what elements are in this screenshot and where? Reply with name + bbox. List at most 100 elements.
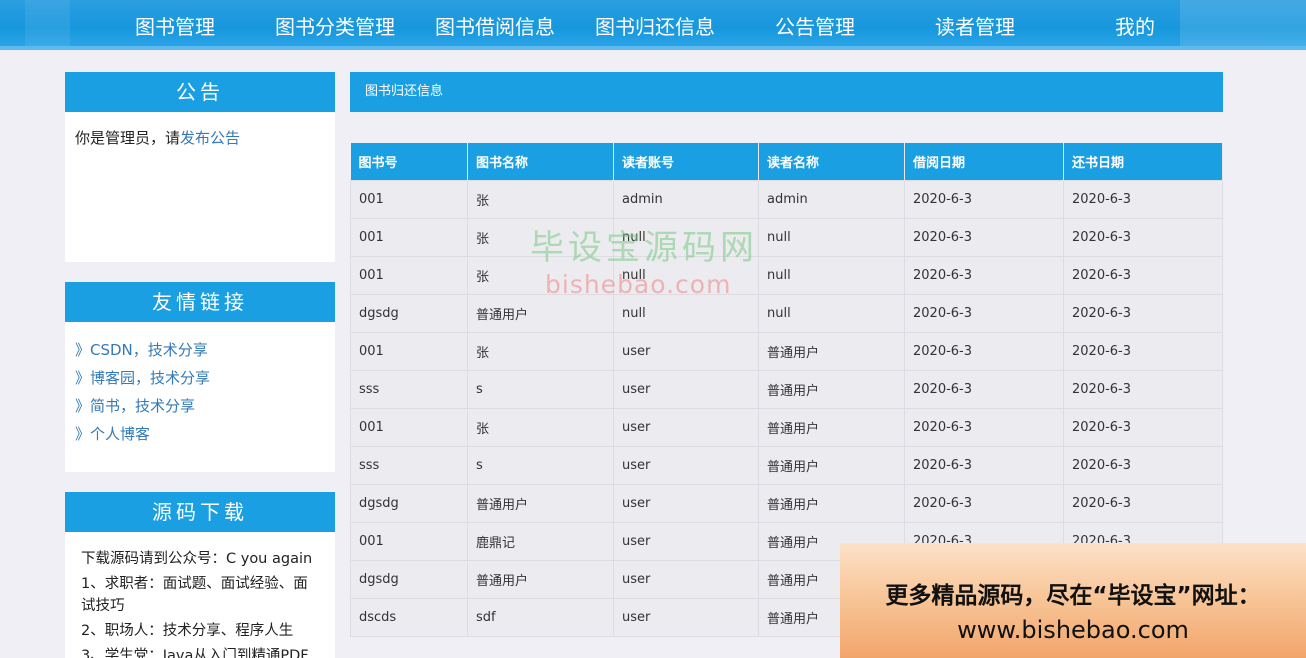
cell-reader-account: null xyxy=(613,217,759,257)
notice-body: 你是管理员，请发布公告 xyxy=(65,112,335,163)
cell-borrow-date: 2020-6-3 xyxy=(904,407,1064,447)
download-line: 3、学生党：Java从入门到精通PDF xyxy=(81,648,309,658)
nav-decoration xyxy=(1180,0,1306,46)
column-header-return-date: 还书日期 xyxy=(1063,143,1223,180)
nav-decoration xyxy=(25,0,70,46)
nav-book-category-management[interactable]: 图书分类管理 xyxy=(275,0,395,50)
cell-reader-account: user xyxy=(613,407,759,447)
table-row: dgsdg 普通用户 user 普通用户 2020-6-3 2020-6-3 xyxy=(350,483,1223,523)
cell-book-name: 张 xyxy=(467,255,614,295)
table-header-row: 图书号 图书名称 读者账号 读者名称 借阅日期 还书日期 xyxy=(350,143,1223,180)
cell-reader-name: 普通用户 xyxy=(758,407,905,447)
nav-borrow-info[interactable]: 图书借阅信息 xyxy=(435,0,555,50)
cell-book-name: 张 xyxy=(467,217,614,257)
page-title: 图书归还信息 xyxy=(350,72,1223,112)
download-line: 下载源码请到公众号：C you again xyxy=(81,551,313,567)
cell-reader-name: 普通用户 xyxy=(758,331,905,371)
cell-borrow-date: 2020-6-3 xyxy=(904,445,1064,485)
cell-borrow-date: 2020-6-3 xyxy=(904,293,1064,333)
cell-reader-account: user xyxy=(613,559,759,599)
cell-book-id: 001 xyxy=(350,407,468,447)
table-row: 001 张 null null 2020-6-3 2020-6-3 xyxy=(350,255,1223,295)
publish-notice-link[interactable]: 发布公告 xyxy=(180,129,240,147)
cell-book-name: s xyxy=(467,445,614,485)
cell-book-id: sss xyxy=(350,445,468,485)
cell-book-id: dgsdg xyxy=(350,483,468,523)
cell-book-id: 001 xyxy=(350,255,468,295)
cell-reader-account: admin xyxy=(613,179,759,219)
source-download-title: 源码下载 xyxy=(65,492,335,532)
notice-text: 你是管理员，请 xyxy=(75,129,181,147)
column-header-borrow-date: 借阅日期 xyxy=(904,143,1064,180)
cell-reader-account: null xyxy=(613,293,759,333)
source-download-body: 下载源码请到公众号：C you again 1、求职者：面试题、面试经验、面试技… xyxy=(65,532,335,658)
table-row: sss s user 普通用户 2020-6-3 2020-6-3 xyxy=(350,369,1223,409)
cell-return-date: 2020-6-3 xyxy=(1063,483,1223,523)
nav-reader-management[interactable]: 读者管理 xyxy=(935,0,1015,50)
cell-book-id: dgsdg xyxy=(350,293,468,333)
friend-links-title: 友情链接 xyxy=(65,282,335,322)
cell-return-date: 2020-6-3 xyxy=(1063,407,1223,447)
column-header-reader-account: 读者账号 xyxy=(613,143,759,180)
cell-book-name: 普通用户 xyxy=(467,559,614,599)
cell-book-name: 张 xyxy=(467,179,614,219)
cell-book-id: 001 xyxy=(350,217,468,257)
column-header-book-id: 图书号 xyxy=(350,143,468,180)
cell-return-date: 2020-6-3 xyxy=(1063,179,1223,219)
cell-reader-name: 普通用户 xyxy=(758,369,905,409)
notice-panel: 公告 你是管理员，请发布公告 xyxy=(65,72,335,262)
friend-links-list: 》CSDN，技术分享 》博客园，技术分享 》简书，技术分享 》个人博客 xyxy=(65,322,335,462)
cell-book-id: dgsdg xyxy=(350,559,468,599)
table-row: 001 张 null null 2020-6-3 2020-6-3 xyxy=(350,217,1223,257)
cell-return-date: 2020-6-3 xyxy=(1063,331,1223,371)
ad-line-2: www.bishebao.com xyxy=(957,616,1189,644)
download-line: 2、职场人：技术分享、程序人生 xyxy=(81,623,294,639)
friend-links-panel: 友情链接 》CSDN，技术分享 》博客园，技术分享 》简书，技术分享 》个人博客 xyxy=(65,282,335,472)
column-header-book-name: 图书名称 xyxy=(467,143,614,180)
cell-return-date: 2020-6-3 xyxy=(1063,293,1223,333)
nav-mine[interactable]: 我的 xyxy=(1115,0,1155,50)
cell-book-name: 张 xyxy=(467,331,614,371)
nav-notice-management[interactable]: 公告管理 xyxy=(775,0,855,50)
cell-borrow-date: 2020-6-3 xyxy=(904,483,1064,523)
cell-reader-account: user xyxy=(613,483,759,523)
cell-book-name: s xyxy=(467,369,614,409)
cell-book-name: 普通用户 xyxy=(467,483,614,523)
cell-book-id: 001 xyxy=(350,521,468,561)
top-navbar: 图书管理 图书分类管理 图书借阅信息 图书归还信息 公告管理 读者管理 我的 xyxy=(0,0,1306,50)
download-line: 1、求职者：面试题、面试经验、面试技巧 xyxy=(81,576,308,614)
link-csdn[interactable]: 》CSDN，技术分享 xyxy=(75,336,325,364)
cell-return-date: 2020-6-3 xyxy=(1063,255,1223,295)
cell-reader-name: null xyxy=(758,217,905,257)
cell-borrow-date: 2020-6-3 xyxy=(904,369,1064,409)
nav-return-info[interactable]: 图书归还信息 xyxy=(595,0,715,50)
table-row: 001 张 admin admin 2020-6-3 2020-6-3 xyxy=(350,179,1223,219)
cell-book-name: 张 xyxy=(467,407,614,447)
link-cnblogs[interactable]: 》博客园，技术分享 xyxy=(75,364,325,392)
cell-book-id: 001 xyxy=(350,331,468,371)
table-row: 001 张 user 普通用户 2020-6-3 2020-6-3 xyxy=(350,331,1223,371)
link-personal-blog[interactable]: 》个人博客 xyxy=(75,420,325,448)
cell-reader-account: user xyxy=(613,521,759,561)
cell-return-date: 2020-6-3 xyxy=(1063,369,1223,409)
cell-borrow-date: 2020-6-3 xyxy=(904,179,1064,219)
cell-book-name: 鹿鼎记 xyxy=(467,521,614,561)
source-download-panel: 源码下载 下载源码请到公众号：C you again 1、求职者：面试题、面试经… xyxy=(65,492,335,658)
cell-return-date: 2020-6-3 xyxy=(1063,217,1223,257)
cell-borrow-date: 2020-6-3 xyxy=(904,217,1064,257)
cell-reader-account: user xyxy=(613,331,759,371)
ad-banner: 更多精品源码，尽在“毕设宝”网址： www.bishebao.com xyxy=(840,543,1306,658)
cell-reader-name: null xyxy=(758,255,905,295)
cell-reader-name: null xyxy=(758,293,905,333)
notice-title: 公告 xyxy=(65,72,335,112)
cell-borrow-date: 2020-6-3 xyxy=(904,255,1064,295)
table-row: dgsdg 普通用户 null null 2020-6-3 2020-6-3 xyxy=(350,293,1223,333)
cell-book-name: sdf xyxy=(467,597,614,637)
nav-book-management[interactable]: 图书管理 xyxy=(135,0,215,50)
cell-book-id: dscds xyxy=(350,597,468,637)
cell-reader-account: user xyxy=(613,369,759,409)
cell-reader-name: admin xyxy=(758,179,905,219)
table-row: sss s user 普通用户 2020-6-3 2020-6-3 xyxy=(350,445,1223,485)
link-jianshu[interactable]: 》简书，技术分享 xyxy=(75,392,325,420)
cell-reader-account: user xyxy=(613,445,759,485)
